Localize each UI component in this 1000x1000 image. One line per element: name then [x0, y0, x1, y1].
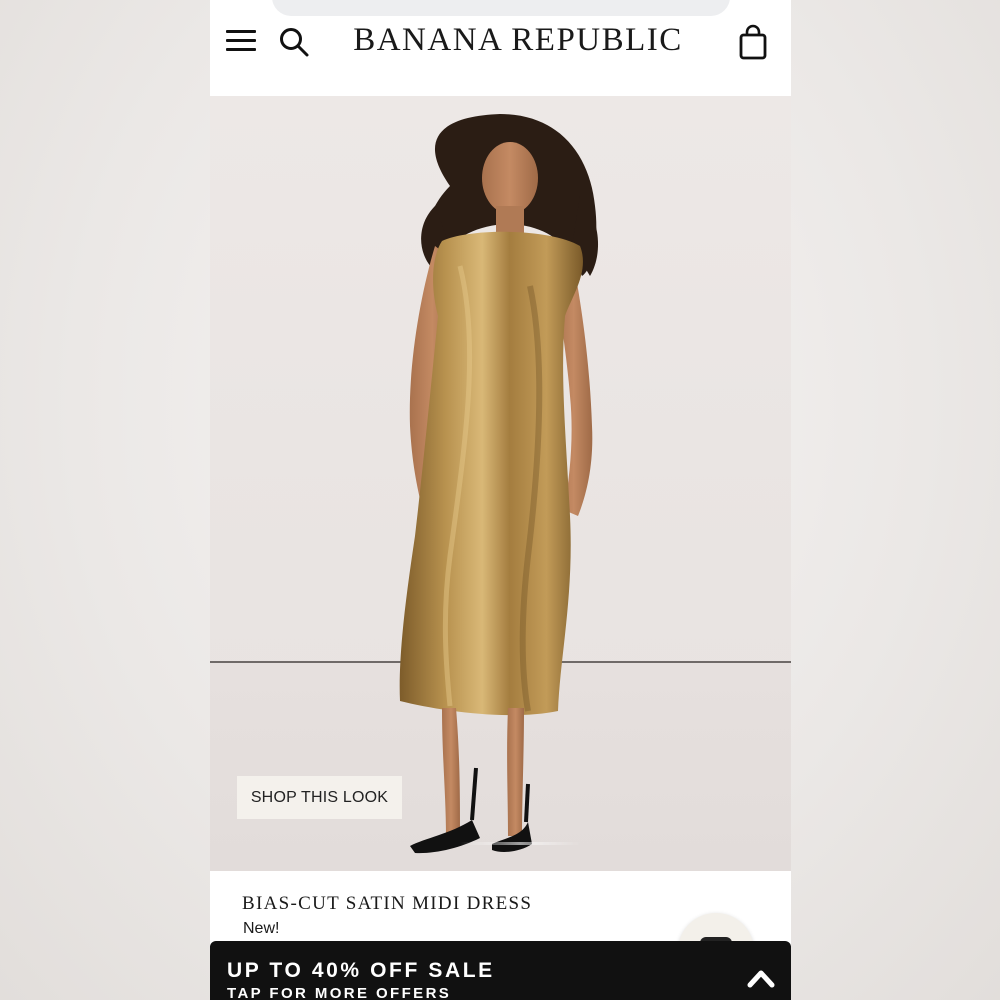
hero-image[interactable]: SHOP THIS LOOK [210, 96, 791, 871]
shopping-bag-icon[interactable] [738, 24, 768, 60]
product-name[interactable]: BIAS-CUT SATIN MIDI DRESS [242, 893, 532, 915]
new-badge: New! [243, 920, 280, 937]
search-icon[interactable] [278, 26, 310, 58]
brand-logo[interactable]: BANANA REPUBLIC [348, 18, 688, 62]
carousel-indicator [460, 842, 580, 845]
promo-subtitle: TAP FOR MORE OFFERS [227, 985, 452, 1000]
shop-this-look-button[interactable]: SHOP THIS LOOK [237, 776, 402, 819]
hamburger-menu-icon[interactable] [226, 28, 256, 54]
mobile-screen: BANANA REPUBLIC SHOP THIS LOOK BIAS-CUT … [210, 0, 791, 1000]
promo-banner[interactable]: UP TO 40% OFF SALE TAP FOR MORE OFFERS [210, 941, 791, 1000]
site-header: BANANA REPUBLIC [210, 0, 791, 96]
browser-address-bar[interactable] [272, 0, 730, 16]
model-in-satin-dress-image [399, 114, 599, 854]
promo-title: UP TO 40% OFF SALE [227, 959, 495, 982]
chevron-up-icon[interactable] [746, 967, 776, 989]
